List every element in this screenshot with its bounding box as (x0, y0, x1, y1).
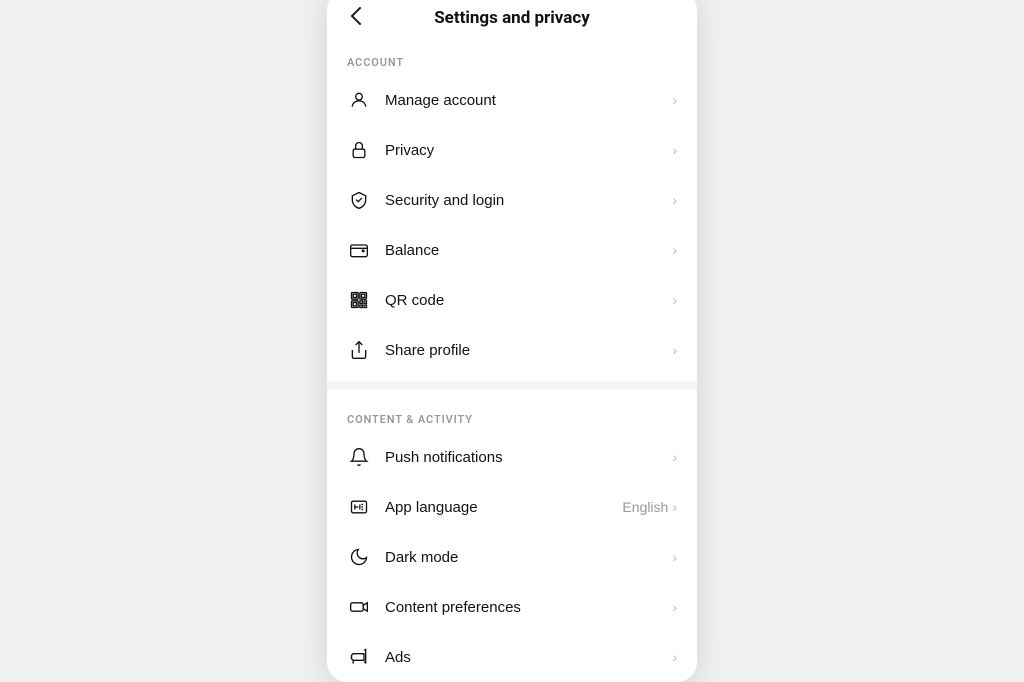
megaphone-icon (347, 645, 371, 669)
qr-code-label: QR code (385, 292, 672, 309)
app-language-value: English (622, 499, 668, 515)
push-notifications-item[interactable]: Push notifications › (327, 432, 697, 482)
lock-icon (347, 138, 371, 162)
app-language-chevron: › (672, 499, 677, 515)
manage-account-label: Manage account (385, 92, 672, 109)
qrcode-icon (347, 288, 371, 312)
share-profile-label: Share profile (385, 342, 672, 359)
push-notifications-label: Push notifications (385, 449, 672, 466)
content-preferences-label: Content preferences (385, 599, 672, 616)
security-login-chevron: › (672, 192, 677, 208)
ads-item[interactable]: Ads › (327, 632, 697, 682)
security-login-item[interactable]: Security and login › (327, 175, 697, 225)
manage-account-chevron: › (672, 92, 677, 108)
share-icon (347, 338, 371, 362)
balance-label: Balance (385, 242, 672, 259)
dark-mode-item[interactable]: Dark mode › (327, 532, 697, 582)
security-login-label: Security and login (385, 192, 672, 209)
manage-account-item[interactable]: Manage account › (327, 75, 697, 125)
balance-chevron: › (672, 242, 677, 258)
app-language-item[interactable]: App language English › (327, 482, 697, 532)
privacy-label: Privacy (385, 142, 672, 159)
ads-label: Ads (385, 649, 672, 666)
qr-code-item[interactable]: QR code › (327, 275, 697, 325)
wallet-icon (347, 238, 371, 262)
qr-code-chevron: › (672, 292, 677, 308)
moon-icon (347, 545, 371, 569)
header: Settings and privacy (327, 0, 697, 38)
content-activity-section-label: CONTENT & ACTIVITY (327, 395, 697, 432)
user-icon (347, 88, 371, 112)
back-button[interactable] (343, 3, 369, 33)
privacy-chevron: › (672, 142, 677, 158)
dark-mode-label: Dark mode (385, 549, 672, 566)
content-preferences-chevron: › (672, 599, 677, 615)
dark-mode-chevron: › (672, 549, 677, 565)
bell-icon (347, 445, 371, 469)
language-icon (347, 495, 371, 519)
share-profile-item[interactable]: Share profile › (327, 325, 697, 375)
page-title: Settings and privacy (434, 8, 590, 28)
balance-item[interactable]: Balance › (327, 225, 697, 275)
ads-chevron: › (672, 649, 677, 665)
video-icon (347, 595, 371, 619)
section-divider (327, 381, 697, 389)
account-section-label: ACCOUNT (327, 38, 697, 75)
privacy-item[interactable]: Privacy › (327, 125, 697, 175)
content-preferences-item[interactable]: Content preferences › (327, 582, 697, 632)
share-profile-chevron: › (672, 342, 677, 358)
shield-icon (347, 188, 371, 212)
phone-container: Settings and privacy ACCOUNT Manage acco… (327, 0, 697, 682)
settings-content: ACCOUNT Manage account › Privacy › Secur… (327, 38, 697, 682)
push-notifications-chevron: › (672, 449, 677, 465)
app-language-label: App language (385, 499, 622, 516)
